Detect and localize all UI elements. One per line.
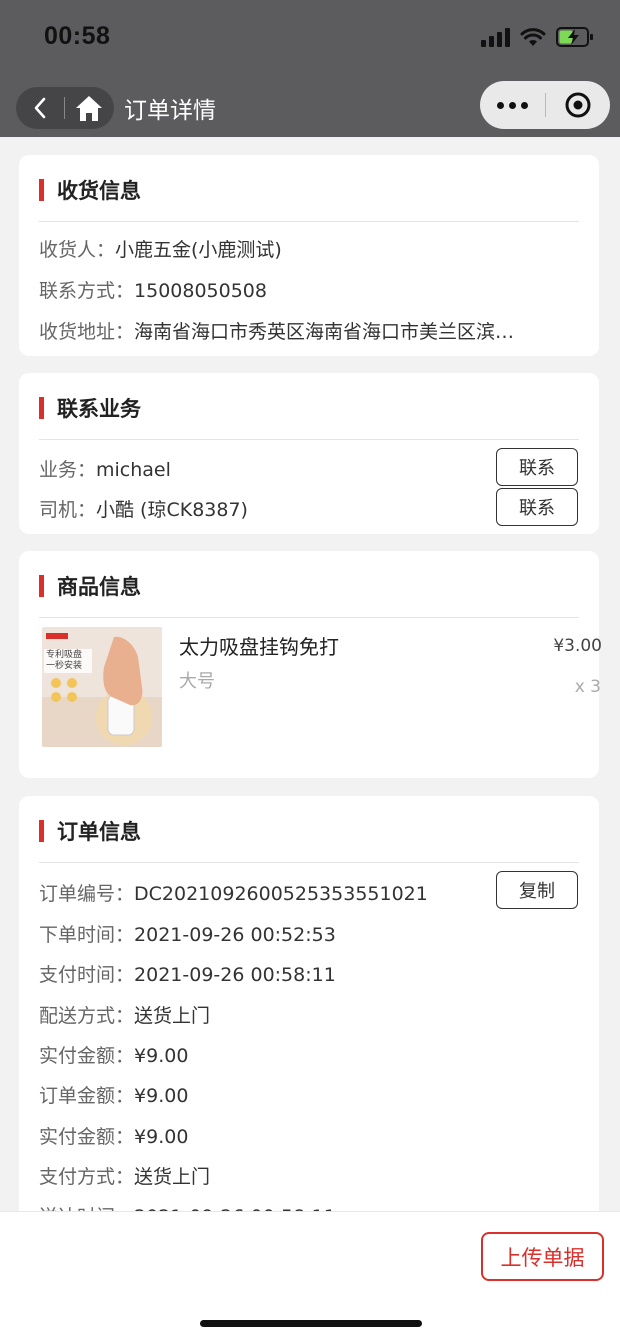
nav-pill [16, 87, 114, 129]
receiver-phone-label: 联系方式： [39, 280, 135, 302]
section-marker [39, 397, 44, 419]
battery-charging-icon [556, 27, 593, 47]
divider [39, 439, 579, 440]
salesperson-row: 业务：michael [39, 455, 171, 482]
receiver-phone-row: 联系方式：15008050508 [39, 276, 267, 303]
section-marker [39, 575, 44, 597]
pay-time-row: 支付时间：2021-09-26 00:58:11 [39, 960, 336, 987]
payment-method-value: 送货上门 [134, 1166, 211, 1188]
target-close-icon [565, 92, 591, 118]
order-number-row: 订单编号：DC20210926005253535510​21 [39, 879, 428, 906]
product-price: ¥3.00 [553, 636, 602, 656]
salesperson-value: michael [96, 459, 171, 481]
product-spec: 大号 [179, 671, 215, 692]
paid-amount-label: 实付金额： [39, 1045, 135, 1067]
wifi-icon [520, 28, 546, 46]
chevron-left-icon [34, 97, 46, 119]
pay-time-value: 2021-09-26 00:58:11 [134, 964, 336, 986]
back-button[interactable] [16, 87, 64, 129]
product-image-caption: 专利吸盘 一秒安装 [46, 650, 82, 672]
receiver-card-header: 收货信息 [39, 175, 141, 205]
receiver-address-value: 海南省海口市秀英区海南省海口市美兰区滨… [134, 321, 515, 343]
receiver-name-row: 收货人：小鹿五金(小鹿测试) [39, 235, 282, 262]
contact-card: 联系业务 业务：michael 联系 司机：小酷 (琼CK8387) 联系 [19, 373, 599, 534]
paid-amount-row-2: 实付金额：¥9.00 [39, 1122, 188, 1149]
paid-amount-row: 实付金额：¥9.00 [39, 1041, 188, 1068]
receiver-address-label: 收货地址： [39, 321, 135, 343]
product-quantity: x 3 [574, 677, 601, 697]
more-button[interactable] [480, 81, 545, 129]
driver-value: 小酷 (琼CK8387) [96, 499, 248, 521]
contact-title: 联系业务 [57, 397, 141, 421]
home-icon [76, 96, 102, 121]
home-indicator[interactable] [200, 1320, 422, 1327]
payment-method-row: 支付方式：送货上门 [39, 1162, 210, 1189]
payment-method-label: 支付方式： [39, 1166, 135, 1188]
home-button[interactable] [65, 87, 113, 129]
goods-title: 商品信息 [57, 575, 141, 599]
more-icon [497, 101, 504, 109]
order-amount-row: 订单金额：¥9.00 [39, 1081, 188, 1108]
divider [39, 862, 579, 863]
page-title: 订单详情 [124, 98, 216, 124]
contact-card-header: 联系业务 [39, 393, 141, 423]
top-bar: 00:58 订单详情 [0, 0, 620, 137]
divider [39, 221, 579, 222]
salesperson-label: 业务： [39, 459, 97, 481]
status-time: 00:58 [44, 22, 111, 50]
product-image-text2: 一秒安装 [46, 661, 83, 671]
receiver-name-value: 小鹿五金(小鹿测试) [115, 239, 282, 261]
driver-label: 司机： [39, 499, 97, 521]
receiver-card: 收货信息 收货人：小鹿五金(小鹿测试) 联系方式：15008050508 收货地… [19, 155, 599, 356]
close-button[interactable] [546, 81, 610, 129]
paid-amount-value-2: ¥9.00 [134, 1126, 189, 1148]
order-amount-value: ¥9.00 [134, 1085, 189, 1107]
paid-amount-label-2: 实付金额： [39, 1126, 135, 1148]
section-marker [39, 179, 44, 201]
copy-button[interactable]: 复制 [496, 871, 578, 909]
receiver-address-row: 收货地址：海南省海口市秀英区海南省海口市美兰区滨… [39, 317, 514, 344]
paid-amount-value: ¥9.00 [134, 1045, 189, 1067]
receiver-phone-value: 15008050508 [134, 280, 267, 302]
mini-program-capsule [480, 81, 610, 129]
receiver-title: 收货信息 [57, 179, 141, 203]
delivery-method-label: 配送方式： [39, 1005, 135, 1027]
order-number-label: 订单编号： [39, 883, 135, 905]
driver-row: 司机：小酷 (琼CK8387) [39, 495, 248, 522]
signal-icon [481, 27, 510, 47]
product-image[interactable]: 专利吸盘 一秒安装 [42, 627, 162, 747]
order-time-value: 2021-09-26 00:52:53 [134, 924, 336, 946]
product-image-text1: 专利吸盘 [46, 650, 83, 660]
upload-document-button[interactable]: 上传单据 [481, 1232, 604, 1281]
order-title: 订单信息 [57, 820, 141, 844]
divider [39, 617, 579, 618]
order-card-header: 订单信息 [39, 816, 141, 846]
status-icons [481, 24, 594, 50]
section-marker [39, 820, 44, 842]
delivery-method-row: 配送方式：送货上门 [39, 1001, 210, 1028]
order-card: 订单信息 订单编号：DC20210926005253535510​21 复制 下… [19, 796, 599, 1236]
receiver-name-label: 收货人： [39, 239, 116, 261]
goods-card-header: 商品信息 [39, 571, 141, 601]
product-photo [42, 627, 162, 747]
pay-time-label: 支付时间： [39, 964, 135, 986]
order-amount-label: 订单金额： [39, 1085, 135, 1107]
order-time-row: 下单时间：2021-09-26 00:52:53 [39, 920, 336, 947]
contact-salesperson-button[interactable]: 联系 [496, 448, 578, 486]
goods-card: 商品信息 专利吸盘 一秒安装 太力吸盘挂钩免打 大号 ¥3.00 x 3 [19, 551, 602, 778]
product-name[interactable]: 太力吸盘挂钩免打 [179, 631, 339, 660]
order-time-label: 下单时间： [39, 924, 135, 946]
order-number-value: DC20210926005253535510​21 [134, 883, 428, 905]
contact-driver-button[interactable]: 联系 [496, 488, 578, 526]
delivery-method-value: 送货上门 [134, 1005, 211, 1027]
